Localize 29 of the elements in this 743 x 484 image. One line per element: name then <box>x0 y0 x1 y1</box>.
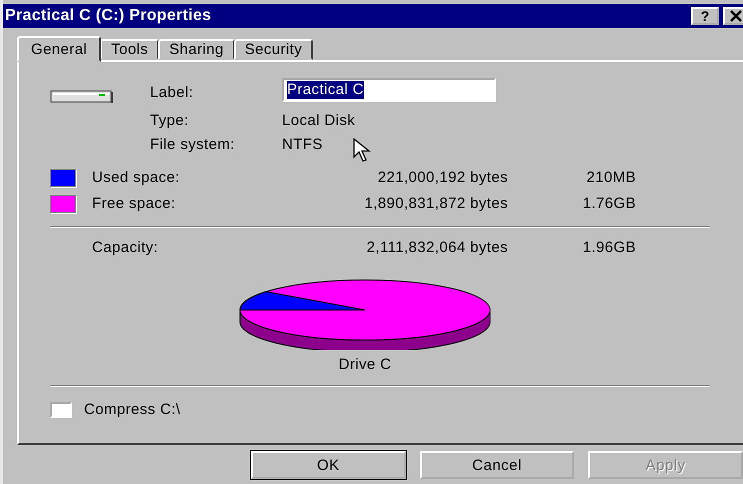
space-size: 210MB <box>585 168 636 188</box>
close-button[interactable] <box>723 7 743 25</box>
pie-caption: Drive C <box>338 356 392 373</box>
space-bytes: 1,890,831,872 bytes <box>363 194 508 214</box>
label-input-field[interactable]: Practical C <box>282 78 496 102</box>
space-bytes: 221,000,192 bytes <box>376 168 508 188</box>
info-value: NTFS <box>282 135 323 155</box>
help-button[interactable]: ? <box>691 7 719 25</box>
close-icon <box>729 10 743 22</box>
info-label: File system: <box>150 135 236 155</box>
dialog-button[interactable]: OK <box>251 451 406 479</box>
space-size: 1.76GB <box>582 194 636 214</box>
tab[interactable]: General <box>17 36 102 62</box>
info-value: Local Disk <box>282 111 356 131</box>
capacity-bytes: 2,111,832,064 bytes <box>366 238 508 258</box>
tab[interactable]: Security <box>234 39 314 60</box>
dialog-button[interactable]: Cancel <box>420 451 574 479</box>
label-caption: Label: <box>150 83 194 103</box>
compress-label: Compress C:\ <box>84 401 180 418</box>
capacity-label: Capacity: <box>92 238 160 258</box>
capacity-size: 1.96GB <box>582 238 636 258</box>
tab[interactable]: Sharing <box>158 39 235 60</box>
space-label: Used space: <box>92 168 181 188</box>
space-label: Free space: <box>92 194 177 214</box>
info-label: Type: <box>150 111 190 131</box>
tab[interactable]: Tools <box>100 39 160 60</box>
window-title: Practical C (C:) Properties <box>5 7 212 25</box>
compress-checkbox[interactable] <box>50 402 72 418</box>
drive-icon <box>50 90 114 104</box>
